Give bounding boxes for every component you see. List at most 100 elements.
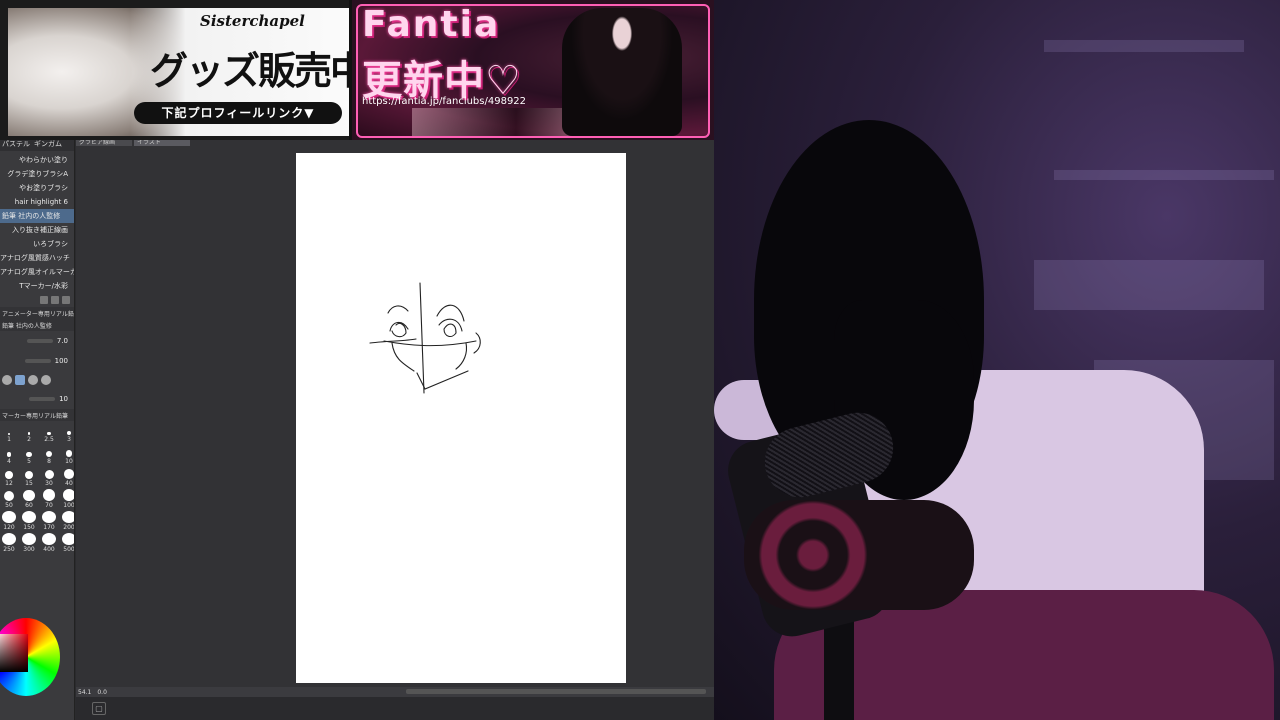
trash-icon[interactable] bbox=[62, 296, 70, 304]
sub-tool-name: 鉛筆 社内の人監修 bbox=[0, 319, 74, 331]
brush-size-label: 150 bbox=[23, 524, 35, 531]
brush-size-label: 30 bbox=[45, 480, 53, 487]
brush-item-selected[interactable]: 鉛筆 社内の人監修 bbox=[0, 209, 74, 223]
tab-gingham[interactable]: ギンガム bbox=[34, 139, 62, 149]
brush-size-preset[interactable]: 12 bbox=[0, 467, 18, 487]
brush-size-dot bbox=[65, 450, 73, 457]
brush-size-dot bbox=[62, 533, 74, 545]
brush-item[interactable]: いろブラシ bbox=[0, 237, 74, 251]
brush-item[interactable]: 入り抜き補正線画 bbox=[0, 223, 74, 237]
brush-item[interactable]: やわらかい塗り bbox=[0, 153, 74, 167]
brush-size-dot bbox=[8, 433, 10, 435]
brush-size-preset[interactable]: 4 bbox=[0, 445, 18, 465]
brush-item[interactable]: やお塗りブラシ bbox=[0, 181, 74, 195]
bottom-bar: ▢ bbox=[76, 697, 714, 720]
brush-size-preset[interactable]: 50 bbox=[0, 489, 18, 509]
background-shelf bbox=[1054, 170, 1274, 180]
brush-size-preset[interactable]: 1 bbox=[0, 423, 18, 443]
brush-size-preset[interactable]: 170 bbox=[40, 511, 58, 531]
stabilization-slider[interactable] bbox=[29, 397, 56, 401]
scrunchie bbox=[744, 500, 974, 610]
brush-size-label: 2 bbox=[27, 436, 31, 443]
brush-size-label: 100 bbox=[63, 502, 75, 509]
brush-size-preset[interactable]: 200 bbox=[60, 511, 75, 531]
brush-list: やわらかい塗り グラデ塗りブラシA やお塗りブラシ hair highlight… bbox=[0, 151, 74, 293]
tip-shape-selected-icon[interactable] bbox=[15, 375, 25, 385]
goods-title: グッズ販売中 bbox=[150, 48, 352, 93]
brush-size-preset[interactable]: 250 bbox=[0, 533, 18, 553]
brush-size-label: 15 bbox=[25, 480, 33, 487]
opacity-row[interactable]: 100 bbox=[0, 351, 74, 371]
screen: パステル ギンガム やわらかい塗り グラデ塗りブラシA やお塗りブラシ hair… bbox=[0, 0, 1280, 720]
brush-item[interactable]: アナログ風オイルマーカー bbox=[0, 265, 74, 279]
tip-shape-diamond-icon[interactable] bbox=[2, 375, 12, 385]
brush-item[interactable]: Tマーカー/水彩 bbox=[0, 279, 74, 293]
zoom-level[interactable]: 54.1 bbox=[78, 689, 91, 696]
stabilization-row[interactable]: 10 bbox=[0, 389, 74, 409]
brush-item[interactable]: グラデ塗りブラシA bbox=[0, 167, 74, 181]
brush-size-preset[interactable]: 5 bbox=[20, 445, 38, 465]
brush-size-preset[interactable]: 120 bbox=[0, 511, 18, 531]
sisterchapel-logo: Sisterchapel bbox=[200, 12, 305, 30]
horizontal-scrollbar[interactable] bbox=[406, 689, 706, 694]
tip-shape-soft-icon[interactable] bbox=[41, 375, 51, 385]
brush-size-preset[interactable]: 300 bbox=[20, 533, 38, 553]
brush-size-preset[interactable]: 150 bbox=[20, 511, 38, 531]
brush-size-preset[interactable]: 2 bbox=[20, 423, 38, 443]
status-bar: 54.1 0.0 bbox=[76, 687, 714, 697]
brush-size-label: 8 bbox=[47, 458, 51, 465]
stabilization-value: 10 bbox=[59, 395, 68, 403]
drawing-paper[interactable] bbox=[296, 153, 626, 683]
fantia-banner: Fantia 更新中♡ https://fantia.jp/fanclubs/4… bbox=[352, 0, 714, 140]
brush-size-palette-header: マーカー専用リアル鉛筆 bbox=[0, 409, 74, 421]
brush-size-dot bbox=[47, 431, 51, 435]
sketch-drawing bbox=[369, 282, 481, 394]
brush-size-preset[interactable]: 40 bbox=[60, 467, 74, 487]
brush-item[interactable]: アナログ風質感ハッチ bbox=[0, 251, 74, 265]
color-wheel[interactable] bbox=[0, 618, 60, 696]
rotation-angle[interactable]: 0.0 bbox=[97, 689, 107, 696]
brush-size-dot bbox=[45, 450, 53, 457]
brush-size-preset[interactable]: 10 bbox=[60, 445, 74, 465]
brush-size-dot bbox=[22, 533, 36, 545]
brush-size-label: 200 bbox=[63, 524, 75, 531]
opacity-slider[interactable] bbox=[24, 359, 51, 363]
color-picker-square[interactable] bbox=[0, 634, 28, 672]
copy-icon[interactable] bbox=[51, 296, 59, 304]
brush-size-preset[interactable]: 3 bbox=[60, 423, 74, 443]
fantia-title: Fantia bbox=[362, 4, 501, 45]
navigator-icon[interactable]: ▢ bbox=[92, 702, 106, 715]
brush-size-dot bbox=[27, 432, 31, 435]
brush-size-label: 4 bbox=[7, 458, 11, 465]
brush-size-dot bbox=[42, 533, 56, 545]
brush-size-value: 7.0 bbox=[56, 337, 68, 345]
brush-size-dot bbox=[3, 490, 15, 501]
brush-size-preset[interactable]: 100 bbox=[60, 489, 75, 509]
brush-item[interactable]: hair highlight 6 bbox=[0, 195, 74, 209]
brush-size-dot bbox=[62, 489, 74, 501]
brush-size-slider[interactable] bbox=[26, 339, 53, 343]
tab-pastel[interactable]: パステル bbox=[2, 139, 30, 149]
tip-shape-circle-icon[interactable] bbox=[28, 375, 38, 385]
brush-size-preset[interactable]: 8 bbox=[40, 445, 58, 465]
brush-size-palette: 1 2 2.5 3 4 5 8 10 12 15 30 40 50 60 70 100 120 150 170 200… bbox=[0, 421, 74, 553]
brush-size-label: 170 bbox=[43, 524, 55, 531]
brush-size-row[interactable]: 7.0 bbox=[0, 331, 74, 351]
webcam-feed bbox=[714, 0, 1280, 720]
brush-size-preset[interactable]: 15 bbox=[20, 467, 38, 487]
brush-size-preset[interactable]: 70 bbox=[40, 489, 58, 509]
brush-size-preset[interactable]: 500 bbox=[60, 533, 74, 553]
brush-size-label: 5 bbox=[27, 458, 31, 465]
brush-size-label: 60 bbox=[25, 502, 33, 509]
brush-size-preset[interactable]: 2.5 bbox=[40, 423, 58, 443]
brush-size-dot bbox=[64, 469, 74, 479]
brush-size-dot bbox=[5, 471, 13, 479]
brush-size-dot bbox=[42, 511, 56, 523]
add-icon[interactable] bbox=[40, 296, 48, 304]
brush-size-dot bbox=[44, 470, 54, 479]
brush-size-preset[interactable]: 30 bbox=[40, 467, 58, 487]
brush-size-preset[interactable]: 60 bbox=[20, 489, 38, 509]
brush-size-preset[interactable]: 400 bbox=[40, 533, 58, 553]
brush-size-dot bbox=[62, 511, 74, 523]
brush-tip-shapes bbox=[0, 371, 74, 389]
